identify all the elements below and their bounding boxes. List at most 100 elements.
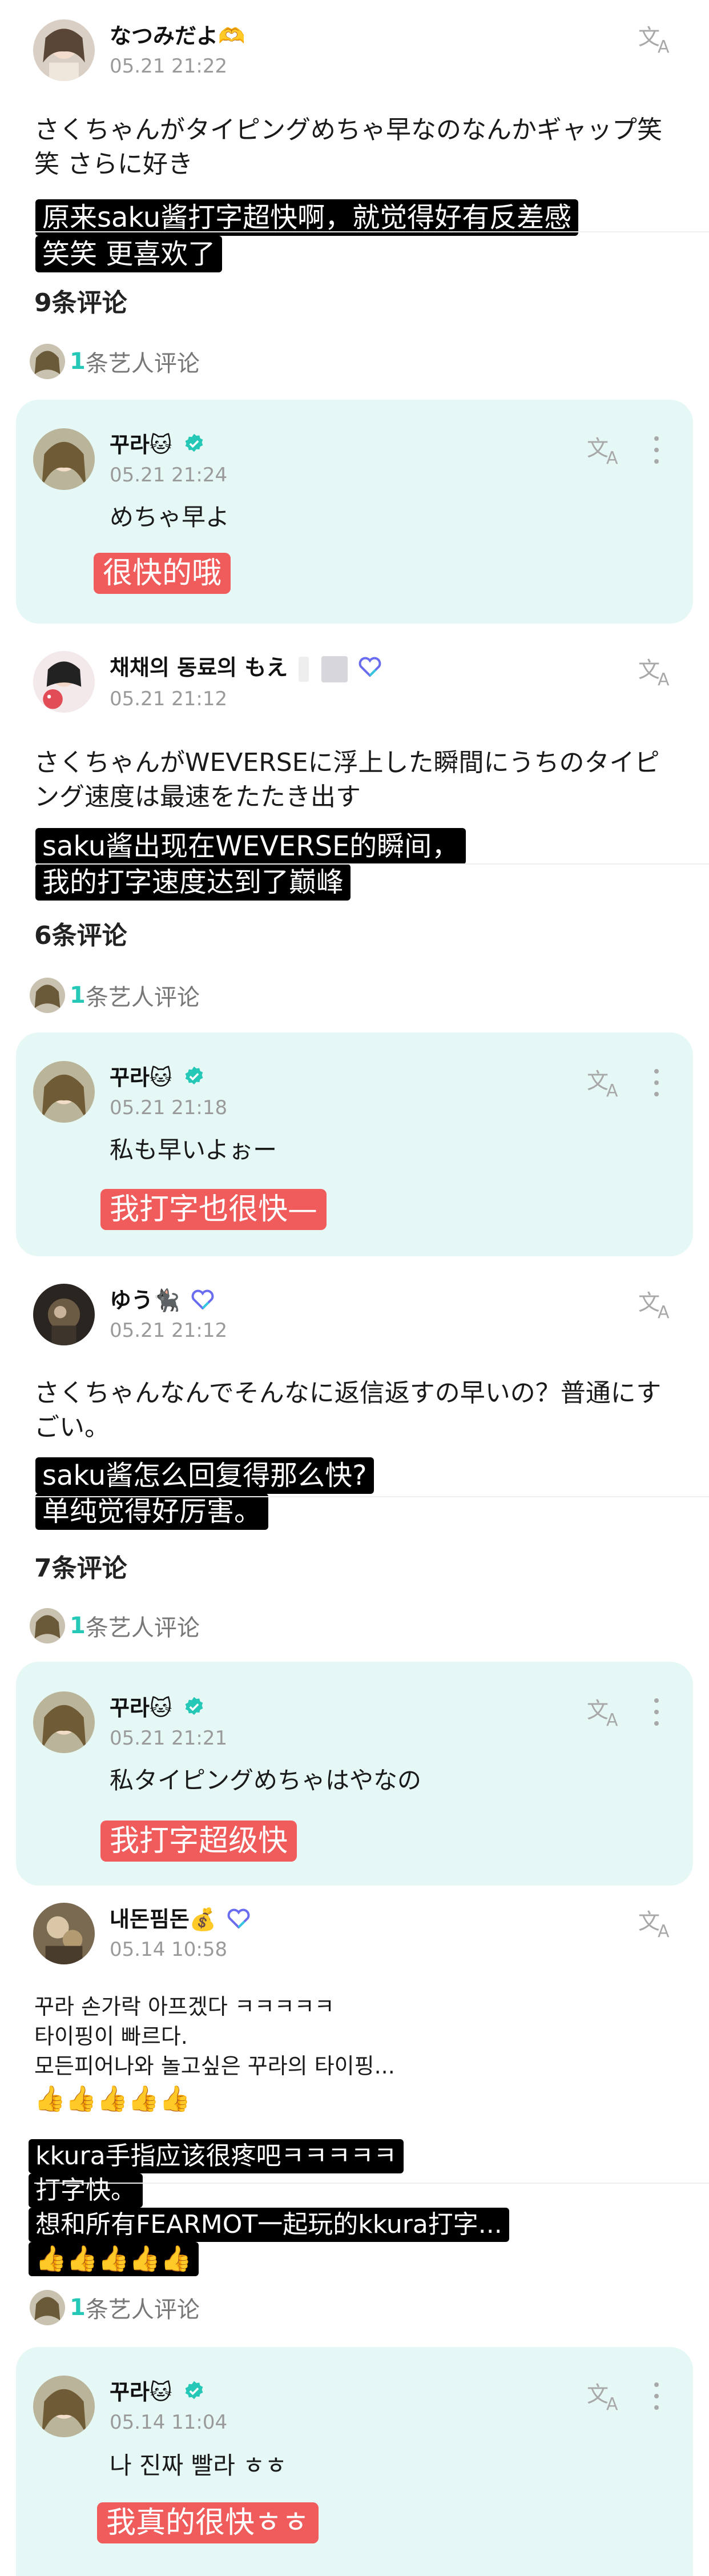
username[interactable]: なつみだよ🫶: [110, 18, 245, 50]
artist-avatar[interactable]: [33, 1061, 95, 1123]
comment-count[interactable]: 7条评论: [34, 1548, 127, 1584]
post-emoji-line: 👍👍👍👍👍: [34, 2084, 191, 2113]
artist-avatar: [30, 1608, 65, 1643]
post-text: さくちゃんなんでそんなに返信返すの早いの？普通にすごい。: [34, 1379, 662, 1442]
avatar[interactable]: [33, 19, 95, 81]
timestamp: 05.14 10:58: [110, 1938, 228, 1961]
translation-line: saku酱出现在WEVERSE的瞬间，: [35, 828, 466, 865]
timestamp: 05.21 21:21: [110, 1727, 228, 1750]
timestamp: 05.21 21:12: [110, 688, 228, 710]
translation-line: 打字快。: [29, 2173, 143, 2208]
artist-username[interactable]: 꾸라🐱: [110, 2374, 205, 2407]
username[interactable]: 내돈핌돈💰: [110, 1902, 250, 1934]
post-text-line: 모든피어나와 놀고싶은 꾸라의 타이핑...: [34, 2053, 395, 2079]
svg-text:文: 文: [638, 657, 660, 682]
more-vert-icon[interactable]: [650, 1695, 663, 1729]
blurred-image-icon: [321, 656, 348, 682]
translation-line: 原来saku酱打字超快啊，就觉得好有反差感: [35, 199, 579, 236]
translate-icon[interactable]: 文A: [637, 1906, 675, 1942]
translate-icon[interactable]: 文A: [586, 2379, 623, 2414]
artist-comment-row[interactable]: 1 条艺人评论: [30, 1606, 200, 1646]
username[interactable]: 채채의 동료의 もえ: [110, 650, 381, 682]
post-text: さくちゃんがWEVERSEに浮上した瞬間にうちのタイピング速度は最速をたたき出す: [34, 748, 660, 811]
verified-badge-icon: [183, 433, 205, 460]
svg-text:A: A: [658, 670, 670, 688]
artist-username[interactable]: 꾸라🐱: [110, 1060, 205, 1092]
translate-icon[interactable]: 文A: [637, 654, 675, 690]
artist-comment-label: 条艺人评论: [85, 351, 200, 377]
post-text-line: 타이핑이 빠르다.: [34, 2024, 188, 2049]
translate-icon[interactable]: 文A: [586, 1066, 623, 1101]
comment-count[interactable]: 9条评论: [34, 282, 127, 319]
svg-text:文: 文: [587, 1698, 609, 1723]
translate-icon[interactable]: 文A: [637, 22, 675, 57]
artist-comment-label: 条艺人评论: [85, 2297, 200, 2323]
artist-avatar[interactable]: [33, 1691, 95, 1753]
verified-badge-icon: [183, 2380, 205, 2407]
artist-comment-label: 条艺人评论: [85, 1615, 200, 1641]
reply-translation: 很快的哦: [94, 553, 231, 594]
avatar[interactable]: [33, 1903, 95, 1964]
timestamp: 05.21 21:24: [110, 464, 228, 487]
artist-avatar[interactable]: [33, 428, 95, 490]
artist-avatar: [30, 2290, 65, 2325]
timestamp: 05.21 21:12: [110, 1319, 228, 1342]
translate-icon[interactable]: 文A: [637, 1287, 675, 1323]
artist-reply-card: 꾸라🐱 05.21 21:24 文A めちゃ早よ 很快的哦: [16, 400, 693, 624]
svg-text:文: 文: [587, 436, 609, 461]
artist-comment-count: 1: [70, 2294, 86, 2321]
reply-translation: 我打字也很快—: [100, 1189, 327, 1230]
post-text-line: 꾸라 손가락 아프겠다 ㅋㅋㅋㅋㅋ: [34, 1994, 335, 2019]
flag-icon: [299, 656, 309, 682]
artist-comment-label: 条艺人评论: [85, 984, 200, 1011]
artist-avatar: [30, 344, 65, 379]
divider: [34, 231, 709, 232]
artist-avatar[interactable]: [33, 2376, 95, 2437]
heart-icon: [191, 1289, 214, 1315]
svg-text:文: 文: [587, 2382, 609, 2407]
svg-text:A: A: [606, 2394, 618, 2412]
timestamp: 05.21 21:22: [110, 55, 228, 78]
translation-line: 我的打字速度达到了巅峰: [35, 864, 351, 901]
artist-comment-row[interactable]: 1 条艺人评论: [30, 2288, 200, 2328]
svg-text:文: 文: [638, 25, 660, 50]
svg-text:A: A: [606, 448, 618, 466]
artist-comment-count: 1: [70, 982, 86, 1008]
comment-count[interactable]: 6条评论: [34, 915, 127, 951]
divider: [34, 1496, 709, 1497]
artist-reply-card: 꾸라🐱 05.21 21:21 文A 私タイピングめちゃはやなの 我打字超级快: [16, 1662, 693, 1886]
reply-translation: 我打字超级快: [100, 1821, 297, 1862]
username[interactable]: ゆう🐈‍⬛: [110, 1283, 214, 1315]
artist-comment-row[interactable]: 1 条艺人评论: [30, 975, 200, 1015]
translation-line: 👍👍👍👍👍: [29, 2242, 199, 2276]
artist-reply-card: 꾸라🐱 05.14 11:04 文A 나 진짜 빨라 ㅎㅎ 我真的很快ㅎㅎ: [16, 2347, 693, 2576]
divider: [34, 863, 709, 865]
divider: [34, 2183, 709, 2184]
artist-avatar: [30, 978, 65, 1013]
verified-badge-icon: [183, 1066, 205, 1092]
more-vert-icon[interactable]: [650, 433, 663, 467]
more-vert-icon[interactable]: [650, 2379, 663, 2413]
more-vert-icon[interactable]: [650, 1066, 663, 1100]
artist-comment-row[interactable]: 1 条艺人评论: [30, 341, 200, 381]
svg-text:A: A: [658, 1303, 670, 1320]
svg-text:A: A: [658, 1922, 670, 1939]
reply-translation: 我真的很快ㅎㅎ: [97, 2502, 319, 2543]
reply-text: 私タイピングめちゃはやなの: [110, 1766, 422, 1794]
translation-line: 想和所有FEARMOT一起玩的kkura打字...: [29, 2208, 509, 2242]
svg-text:A: A: [606, 1710, 618, 1728]
svg-text:文: 文: [587, 1068, 609, 1094]
avatar[interactable]: [33, 651, 95, 713]
reply-text: 나 진짜 빨라 ㅎㅎ: [110, 2452, 287, 2479]
translation-line: saku酱怎么回复得那么快?: [35, 1457, 374, 1494]
artist-reply-card: 꾸라🐱 05.21 21:18 文A 私も早いよぉー 我打字也很快—: [16, 1032, 693, 1256]
artist-comment-count: 1: [70, 1613, 86, 1639]
translate-icon[interactable]: 文A: [586, 433, 623, 468]
avatar[interactable]: [33, 1284, 95, 1345]
artist-username[interactable]: 꾸라🐱: [110, 427, 205, 460]
post-text: さくちゃんがタイピングめちゃ早なのなんかギャップ笑笑 さらに好き: [34, 115, 662, 179]
translate-icon[interactable]: 文A: [586, 1695, 623, 1730]
artist-username[interactable]: 꾸라🐱: [110, 1690, 205, 1723]
verified-badge-icon: [183, 1696, 205, 1723]
artist-comment-count: 1: [70, 348, 86, 375]
